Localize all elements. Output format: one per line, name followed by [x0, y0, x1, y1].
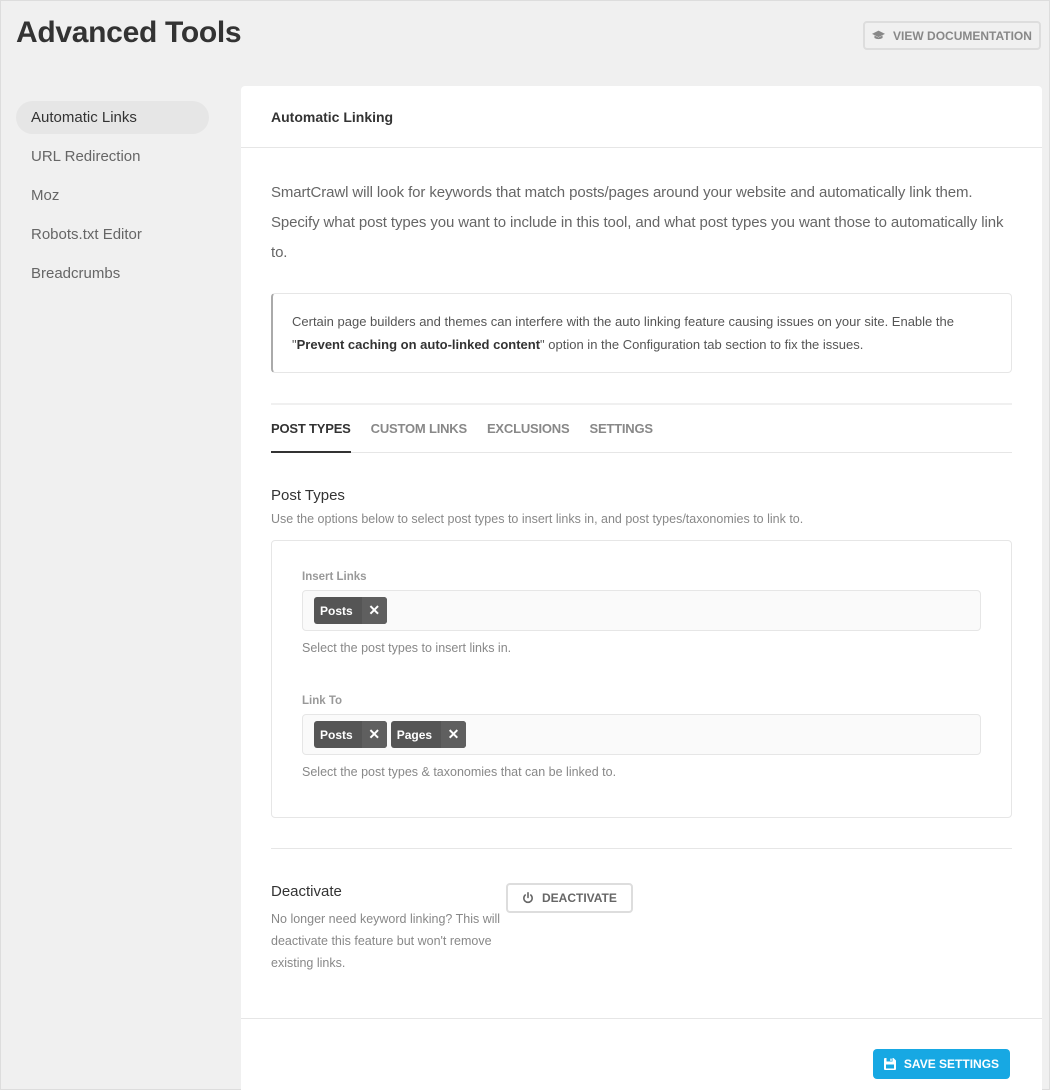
remove-tag-icon[interactable]: ✕: [361, 597, 387, 624]
tag-label: Posts: [320, 603, 353, 618]
tab-custom-links[interactable]: CUSTOM LINKS: [371, 421, 468, 452]
tag-label: Posts: [320, 727, 353, 742]
insert-links-help: Select the post types to insert links in…: [302, 641, 512, 655]
post-types-box: Insert Links Posts ✕ Select the post typ…: [271, 540, 1012, 818]
sidebar-item-robots-txt-editor[interactable]: Robots.txt Editor: [16, 218, 209, 251]
notice-text-bold: Prevent caching on auto-linked content: [296, 337, 541, 352]
sidebar-item-breadcrumbs[interactable]: Breadcrumbs: [16, 257, 209, 290]
tag-label: Pages: [396, 727, 433, 742]
view-documentation-label: VIEW DOCUMENTATION: [893, 28, 1032, 43]
card-header: Automatic Linking: [241, 86, 1042, 148]
automatic-linking-card: Automatic Linking SmartCrawl will look f…: [241, 86, 1042, 1090]
tag-posts: Posts ✕: [314, 721, 387, 748]
sidebar-item-moz[interactable]: Moz: [16, 179, 209, 212]
insert-links-label: Insert Links: [302, 571, 367, 583]
deactivate-description: No longer need keyword linking? This wil…: [271, 912, 501, 970]
remove-tag-icon[interactable]: ✕: [361, 721, 387, 748]
deactivate-title: Deactivate: [271, 883, 342, 900]
view-documentation-button[interactable]: VIEW DOCUMENTATION: [863, 21, 1041, 50]
insert-links-select[interactable]: Posts ✕: [302, 590, 981, 631]
card-title: Automatic Linking: [271, 108, 394, 125]
deactivate-button[interactable]: DEACTIVATE: [506, 883, 633, 913]
deactivate-section: Deactivate No longer need keyword linkin…: [271, 848, 1012, 974]
link-to-help: Select the post types & taxonomies that …: [302, 765, 617, 779]
tab-post-types[interactable]: POST TYPES: [271, 421, 351, 453]
link-to-label: Link To: [302, 695, 343, 707]
floppy-disk-icon: [883, 1058, 896, 1070]
tab-settings[interactable]: SETTINGS: [589, 421, 653, 452]
tag-posts: Posts ✕: [314, 597, 387, 624]
link-to-select[interactable]: Posts ✕ Pages ✕: [302, 714, 981, 755]
save-settings-label: SAVE SETTINGS: [903, 1057, 1000, 1071]
tab-bar: POST TYPES CUSTOM LINKS EXCLUSIONS SETTI…: [271, 403, 1012, 453]
sidebar-item-automatic-links[interactable]: Automatic Links: [16, 101, 209, 134]
notice-text-after: " option in the Configuration tab sectio…: [540, 337, 864, 352]
sidebar-item-url-redirection[interactable]: URL Redirection: [16, 140, 209, 173]
post-types-description: Use the options below to select post typ…: [271, 512, 804, 526]
sidebar-nav: Automatic Links URL Redirection Moz Robo…: [16, 101, 209, 296]
save-settings-button[interactable]: SAVE SETTINGS: [873, 1049, 1010, 1079]
remove-tag-icon[interactable]: ✕: [441, 721, 467, 748]
intro-text: SmartCrawl will look for keywords that m…: [271, 184, 1004, 261]
post-types-title: Post Types: [271, 487, 345, 504]
graduation-cap-icon: [872, 30, 886, 40]
tab-exclusions[interactable]: EXCLUSIONS: [487, 421, 570, 452]
tag-pages: Pages ✕: [390, 721, 467, 748]
power-icon: [523, 892, 533, 904]
deactivate-label: DEACTIVATE: [542, 891, 617, 905]
card-footer: SAVE SETTINGS: [241, 1018, 1042, 1090]
notice-box: Certain page builders and themes can int…: [271, 293, 1012, 373]
page-title: Advanced Tools: [16, 16, 242, 49]
